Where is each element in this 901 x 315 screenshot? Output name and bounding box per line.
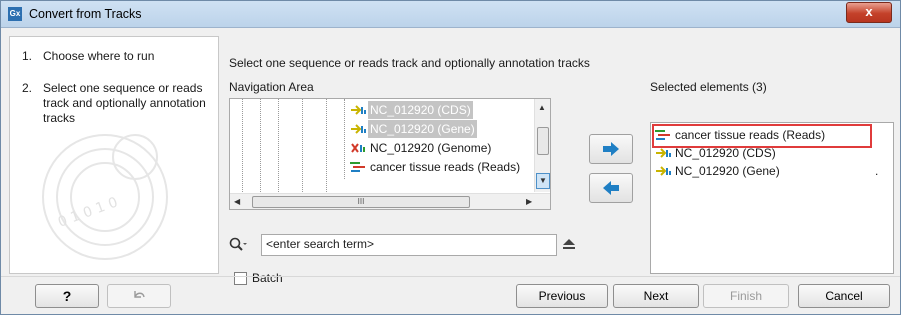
arrow-right-icon [603, 142, 619, 156]
trailing-mark: . [875, 164, 879, 178]
tree-guide-line [242, 99, 243, 192]
dialog-body: 1. Choose where to run 2. Select one seq… [1, 28, 900, 314]
step-label: Select one sequence or reads track and o… [43, 81, 206, 125]
selected-item-gene[interactable]: NC_012920 (Gene) . [655, 163, 891, 179]
selected-item-label: NC_012920 (Gene) [675, 164, 780, 178]
step-number: 1. [22, 49, 33, 63]
batch-checkbox[interactable] [234, 272, 247, 285]
scroll-thumb[interactable] [537, 127, 549, 155]
help-button[interactable]: ? [35, 284, 99, 308]
selected-item-label: NC_012920 (CDS) [675, 146, 776, 160]
instruction-text: Select one sequence or reads track and o… [229, 56, 590, 70]
wizard-steps-panel: 1. Choose where to run 2. Select one seq… [9, 36, 219, 274]
annotation-track-icon [351, 124, 366, 134]
previous-button[interactable]: Previous [516, 284, 608, 308]
remove-from-selection-button[interactable] [589, 173, 633, 203]
selected-elements-label: Selected elements (3) [650, 80, 767, 94]
search-bar [229, 234, 579, 256]
scroll-down-button[interactable]: ▼ [536, 173, 550, 189]
reset-icon [134, 291, 145, 298]
genome-track-icon [351, 143, 365, 153]
tree-guide-line [302, 99, 303, 192]
navigation-tree[interactable]: NC_012920 (CDS) NC_012920 (Gene) NC_0129… [229, 98, 551, 210]
dialog-window: Gx Convert from Tracks x 1. Choose where… [0, 0, 901, 315]
tree-guide-line [278, 99, 279, 192]
eject-icon[interactable] [561, 237, 577, 251]
search-field[interactable] [261, 234, 557, 256]
scroll-right-icon[interactable]: ▶ [526, 197, 532, 207]
add-to-selection-button[interactable] [589, 134, 633, 164]
watermark-logo-icon: 0 1 0 1 0 [42, 134, 168, 260]
tree-item-label: NC_012920 (CDS) [368, 101, 473, 119]
annotation-track-icon [656, 166, 671, 176]
scroll-up-icon[interactable]: ▲ [538, 103, 546, 113]
finish-button[interactable]: Finish [703, 284, 789, 308]
footer-divider [1, 276, 900, 277]
annotation-track-icon [351, 105, 366, 115]
cancel-button[interactable]: Cancel [798, 284, 890, 308]
tree-guide-line [326, 99, 327, 192]
app-logo-icon: Gx [8, 7, 22, 21]
scroll-down-icon: ▼ [539, 176, 547, 185]
reads-track-icon [350, 162, 365, 172]
help-label: ? [62, 288, 72, 304]
tree-guide-line [260, 99, 261, 192]
title-bar[interactable]: Gx Convert from Tracks x [1, 1, 900, 28]
scroll-thumb[interactable]: III [252, 196, 470, 208]
tree-item-label: cancer tissue reads (Reads) [370, 160, 521, 174]
next-button[interactable]: Next [613, 284, 699, 308]
navigation-area-label: Navigation Area [229, 80, 314, 94]
selected-elements-list[interactable]: cancer tissue reads (Reads) NC_012920 (C… [650, 122, 894, 274]
selected-item-label: cancer tissue reads (Reads) [675, 128, 826, 142]
tree-item-label: NC_012920 (Genome) [370, 141, 492, 155]
search-icon[interactable] [229, 237, 247, 253]
tree-guide-line [344, 99, 345, 179]
step-number: 2. [22, 81, 33, 95]
scroll-left-icon[interactable]: ◀ [234, 197, 240, 207]
step-label: Choose where to run [43, 49, 155, 63]
arrow-left-icon [603, 181, 619, 195]
search-input[interactable] [262, 235, 556, 253]
restore-defaults-button[interactable] [107, 284, 171, 308]
annotation-track-icon [656, 148, 671, 158]
tree-item-label: NC_012920 (Gene) [368, 120, 477, 138]
window-title: Convert from Tracks [29, 7, 142, 21]
close-button[interactable]: x [846, 2, 892, 23]
batch-label: Batch [252, 271, 283, 285]
tree-horizontal-scrollbar[interactable]: ◀ III ▶ [230, 193, 550, 209]
reads-track-icon [655, 130, 670, 140]
tree-vertical-scrollbar[interactable]: ▲ ▼ [534, 99, 550, 192]
